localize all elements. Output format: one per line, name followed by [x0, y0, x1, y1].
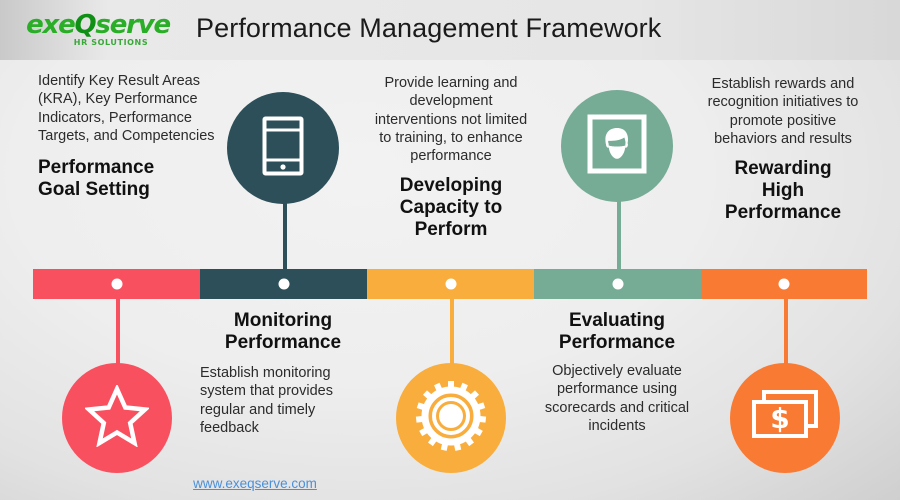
icon-circle-stage-3[interactable]	[396, 363, 506, 473]
exeqserve-logo: exeQserve HR SOLUTIONS	[18, 12, 178, 47]
stage-4-description: Objectively evaluate performance using s…	[544, 363, 690, 434]
bar-segment-stage-5[interactable]	[701, 269, 867, 299]
bar-dot-stage-5	[778, 278, 790, 290]
stage-3-description: Provide learning and development interve…	[374, 75, 528, 165]
stage-2-text-block: Monitoring Performance Establish monitor…	[192, 310, 374, 437]
stage-5-description: Establish rewards and recognition initia…	[707, 76, 859, 147]
stage-5-headline-line-3: Performance	[724, 202, 842, 224]
icon-circle-stage-4[interactable]	[561, 90, 673, 202]
icon-circle-stage-1[interactable]	[62, 363, 172, 473]
stage-4-text-block: Evaluating Performance Objectively evalu…	[527, 310, 707, 435]
svg-text:$: $	[770, 402, 789, 435]
timeline-bar	[33, 269, 867, 299]
logo-word-part-q: Q	[74, 10, 97, 40]
bar-dot-stage-4	[612, 278, 623, 290]
bar-dot-stage-3	[445, 278, 456, 290]
logo-word-part-a: exe	[26, 10, 76, 40]
stage-5-headline: Rewarding High Performance	[697, 158, 869, 224]
bar-dot-stage-1	[111, 278, 122, 290]
smartphone-icon	[262, 116, 304, 181]
star-icon	[83, 383, 151, 452]
stage-1-headline-line-2: Goal Setting	[38, 179, 150, 201]
stage-3-headline-line-3: Perform	[414, 219, 488, 241]
stage-2-headline-line-2: Performance	[224, 332, 342, 354]
stage-4-headline: Evaluating Performance	[527, 310, 707, 354]
stage-3-headline-line-2: Capacity to	[399, 197, 503, 219]
logo-wordmark: exeQserve	[18, 12, 178, 38]
stage-3-text-block: Provide learning and development interve…	[368, 74, 534, 241]
bar-segment-stage-3[interactable]	[367, 269, 534, 299]
gear-icon	[415, 380, 487, 457]
bar-segment-stage-1[interactable]	[33, 269, 200, 299]
stem-stage-5	[784, 297, 788, 365]
page-title: Performance Management Framework	[196, 13, 662, 43]
stage-3-headline: Developing Capacity to Perform	[368, 175, 534, 241]
logo-word-part-b: serve	[95, 10, 171, 40]
stem-stage-4	[617, 197, 621, 275]
stage-1-text-block: Identify Key Result Areas (KRA), Key Per…	[38, 72, 216, 201]
icon-circle-stage-5[interactable]: $	[730, 363, 840, 473]
stage-2-headline: Monitoring Performance	[192, 310, 374, 354]
bar-segment-stage-2[interactable]	[200, 269, 367, 299]
stage-1-description: Identify Key Result Areas (KRA), Key Per…	[38, 73, 215, 144]
website-url-link[interactable]: www.exeqserve.com	[0, 476, 510, 491]
stem-stage-1	[116, 297, 120, 365]
stage-4-headline-line-2: Performance	[558, 332, 676, 354]
bar-segment-stage-4[interactable]	[534, 269, 701, 299]
stage-4-headline-line-1: Evaluating	[568, 310, 666, 331]
stage-2-description: Establish monitoring system that provide…	[200, 365, 333, 436]
stage-2-headline-line-1: Monitoring	[233, 310, 333, 331]
person-portrait-icon	[587, 114, 647, 179]
logo-tagline: HR SOLUTIONS	[73, 38, 149, 47]
icon-circle-stage-2[interactable]	[227, 92, 339, 204]
stage-1-headline: Performance Goal Setting	[38, 157, 216, 201]
money-icon: $	[749, 386, 821, 451]
bar-dot-stage-2	[278, 278, 289, 290]
stem-stage-2	[283, 200, 287, 275]
stage-5-headline-line-1: Rewarding	[734, 158, 832, 180]
stage-5-headline-line-2: High	[761, 180, 805, 202]
stage-1-headline-line-1: Performance	[38, 157, 155, 179]
stage-5-text-block: Establish rewards and recognition initia…	[697, 75, 869, 224]
stage-3-headline-line-1: Developing	[399, 175, 503, 197]
stem-stage-3	[450, 297, 454, 365]
infographic-slide: exeQserve HR SOLUTIONS Performance Manag…	[0, 0, 900, 500]
